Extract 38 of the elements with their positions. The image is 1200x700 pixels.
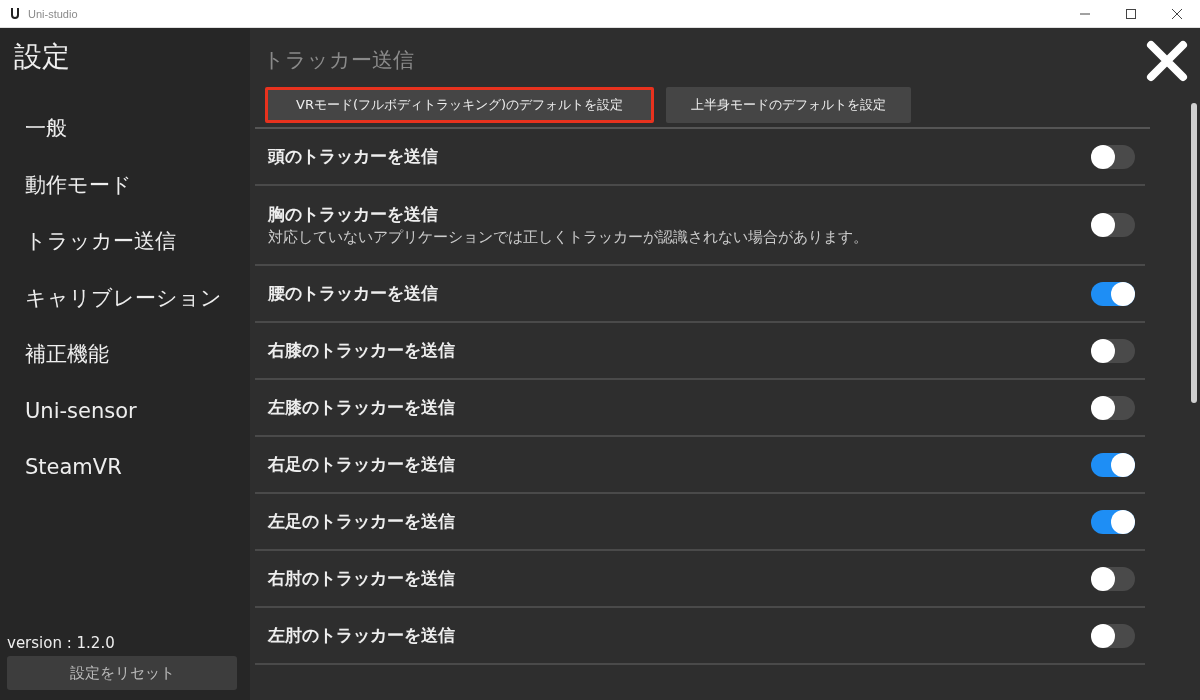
sidebar-item[interactable]: 一般 [0, 100, 250, 157]
setting-label: 左膝のトラッカーを送信 [268, 396, 456, 419]
sidebar-item[interactable]: 動作モード [0, 156, 250, 213]
close-icon[interactable] [1172, 8, 1182, 19]
setting-label: 胸のトラッカーを送信 [268, 203, 439, 226]
toggle-switch[interactable] [1091, 213, 1135, 237]
setting-label: 左肘のトラッカーを送信 [268, 624, 456, 647]
window-title: Uni-studio [28, 7, 78, 20]
preset-button[interactable]: 上半身モードのデフォルトを設定 [666, 87, 912, 123]
setting-label: 右膝のトラッカーを送信 [268, 339, 456, 362]
minimize-icon[interactable] [1080, 12, 1090, 15]
sidebar-item[interactable]: トラッカー送信 [0, 213, 250, 270]
section-title: トラッカー送信 [262, 47, 414, 74]
toggle-switch[interactable] [1091, 623, 1135, 648]
version-text: version : 1.2.0 [6, 634, 116, 652]
sidebar-item[interactable]: Uni-sensor [0, 382, 250, 439]
toggle-switch[interactable] [1091, 395, 1135, 420]
sidebar-title: 設定 [13, 39, 71, 75]
toggle-switch[interactable] [1091, 566, 1135, 591]
maximize-icon[interactable] [1126, 8, 1136, 19]
toggle-switch[interactable] [1091, 338, 1135, 363]
app-logo-icon [10, 8, 20, 19]
setting-label: 頭のトラッカーを送信 [268, 145, 439, 168]
setting-label: 腰のトラッカーを送信 [268, 282, 439, 305]
toggle-switch[interactable] [1091, 281, 1135, 306]
setting-note: 対応していないアプリケーションでは正しくトラッカーが認識されない場合があります。 [268, 228, 869, 247]
reset-button[interactable]: 設定をリセット [7, 656, 237, 690]
setting-label: 右足のトラッカーを送信 [268, 453, 456, 476]
sidebar-item[interactable]: キャリブレーション [0, 269, 250, 326]
scrollbar-thumb[interactable] [1191, 103, 1197, 403]
toggle-switch[interactable] [1091, 452, 1135, 477]
toggle-switch[interactable] [1091, 144, 1135, 169]
setting-label: 右肘のトラッカーを送信 [268, 567, 456, 590]
sidebar-item[interactable]: 補正機能 [0, 326, 250, 383]
preset-button[interactable]: VRモード(フルボディトラッキング)のデフォルトを設定 [265, 87, 655, 123]
sidebar-item[interactable]: SteamVR [0, 439, 250, 496]
toggle-switch[interactable] [1091, 509, 1135, 534]
setting-label: 左足のトラッカーを送信 [268, 510, 456, 533]
